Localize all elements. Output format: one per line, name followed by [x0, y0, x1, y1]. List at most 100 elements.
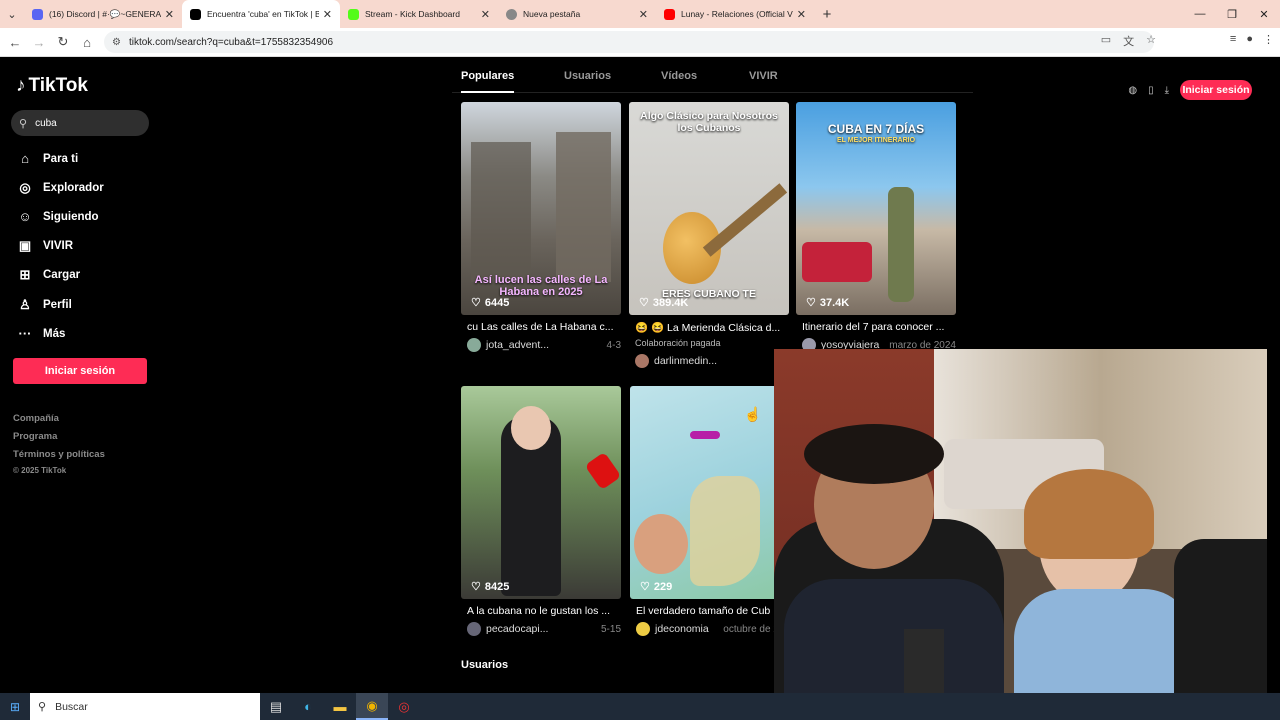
minimize-icon[interactable]: — [1184, 0, 1216, 28]
site-info-icon[interactable]: ⚙ [112, 37, 121, 48]
back-icon[interactable]: ← [3, 35, 27, 50]
like-count: ♡ 6445 [471, 296, 510, 310]
home-icon[interactable]: ⌂ [75, 35, 99, 50]
close-tab-icon[interactable]: ✕ [481, 8, 490, 21]
phone-icon[interactable]: ▯ [1148, 85, 1154, 96]
video-card[interactable]: Así lucen las calles de La Habana en 202… [461, 102, 621, 357]
chrome-icon[interactable]: ◉ [356, 693, 388, 720]
video-card[interactable]: CUBA EN 7 DÍAS EL MEJOR ITINERARIO ♡ 37.4… [796, 102, 956, 357]
nav-siguiendo[interactable]: ☺ Siguiendo [16, 209, 98, 224]
profile-avatar-icon[interactable]: ● [1246, 33, 1253, 46]
heart-icon: ♡ [471, 297, 481, 309]
video-overlay-text-2: EL MEJOR ITINERARIO [836, 137, 916, 144]
close-tab-icon[interactable]: ✕ [165, 8, 174, 21]
live-icon: ▣ [18, 238, 32, 253]
search-input[interactable]: ⚲ cuba [11, 110, 149, 136]
video-description[interactable]: Itinerario del 7 para conocer ... [802, 321, 952, 333]
bookmark-star-icon[interactable]: ☆ [1146, 33, 1156, 49]
video-description[interactable]: 😆 😆 La Merienda Clásica d... [635, 321, 785, 334]
tab-populares[interactable]: Populares [461, 70, 515, 93]
video-overlay-text: CUBA EN 7 DÍAS [827, 122, 925, 136]
nav-cargar[interactable]: ⊞ Cargar [16, 267, 81, 283]
paid-partnership-label: Colaboración pagada [635, 338, 721, 348]
video-author[interactable]: darlinmedin...6 [635, 354, 789, 368]
video-author[interactable]: jdeconomia octubre de 202 [636, 622, 790, 636]
nav-explorador[interactable]: ◎ Explorador [16, 180, 103, 196]
nav-vivir[interactable]: ▣ VIVIR [16, 238, 73, 254]
video-card[interactable]: ♡ 8425 A la cubana no le gustan los ... p… [461, 386, 621, 641]
home-icon: ⌂ [21, 151, 29, 166]
browser-tab[interactable]: Lunay - Relaciones (Official Vid ✕ [656, 0, 814, 28]
close-tab-icon[interactable]: ✕ [797, 8, 806, 21]
nav-mas[interactable]: ··· Más [16, 326, 66, 341]
close-tab-icon[interactable]: ✕ [639, 8, 648, 21]
tiktok-icon [190, 8, 201, 20]
like-count: ♡ 389.4K [639, 296, 689, 310]
file-explorer-icon[interactable]: ▬ [324, 693, 356, 720]
obs-icon[interactable]: ◎ [388, 693, 420, 720]
translate-icon[interactable]: 文 [1123, 33, 1134, 49]
tiktok-note-icon: ♪ [16, 75, 26, 96]
video-author[interactable]: jota_advent... 4-3 [467, 338, 621, 352]
video-thumbnail[interactable]: CUBA EN 7 DÍAS EL MEJOR ITINERARIO ♡ 37.4… [796, 102, 956, 315]
mouse-cursor-icon: ☝ [744, 406, 762, 422]
video-description[interactable]: A la cubana no le gustan los ... [467, 605, 617, 617]
browser-tab-active[interactable]: Encuentra 'cuba' en TikTok | Bu ✕ [182, 0, 340, 28]
coin-icon[interactable]: ◍ [1128, 85, 1137, 96]
video-thumbnail[interactable]: ♡ 8425 [461, 386, 621, 599]
tab-search-icon[interactable]: ⌄ [0, 0, 24, 28]
close-tab-icon[interactable]: ✕ [323, 8, 332, 21]
tab-usuarios[interactable]: Usuarios [564, 70, 611, 82]
cuba-highlight [690, 431, 720, 439]
person-left-hair [804, 424, 944, 484]
windows-start-icon[interactable]: ⊞ [0, 700, 30, 714]
url-field[interactable]: ⚙ tiktok.com/search?q=cuba&t=17558323549… [104, 31, 1154, 53]
close-window-icon[interactable]: ✕ [1248, 0, 1280, 28]
video-card[interactable]: ♡ 229 El verdadero tamaño de Cub jdeconom… [630, 386, 790, 641]
address-bar: ← → ↻ ⌂ ⚙ tiktok.com/search?q=cuba&t=175… [0, 28, 1280, 57]
nav-para-ti[interactable]: ⌂ Para ti [16, 151, 78, 166]
nav-perfil[interactable]: ♙ Perfil [16, 297, 72, 313]
browser-tab[interactable]: (16) Discord | #·💬~GENERAL ✕ [24, 0, 182, 28]
heart-icon: ♡ [640, 581, 650, 593]
video-thumbnail[interactable]: Algo Clásico para Nosotros los Cubanos E… [629, 102, 789, 315]
menu-dots-icon[interactable]: ⋮ [1263, 33, 1274, 46]
filter-tabs: Populares Usuarios Vídeos VIVIR [452, 60, 973, 93]
footer-link[interactable]: Compañía [13, 413, 59, 424]
window-controls: — ❐ ✕ [1184, 0, 1280, 28]
edge-icon[interactable]: ◐ [292, 693, 324, 720]
install-icon[interactable]: ▭ [1101, 33, 1111, 49]
video-author[interactable]: pecadocapi... 5-15 [467, 622, 621, 636]
tab-videos[interactable]: Vídeos [661, 70, 697, 82]
login-button-sidebar[interactable]: Iniciar sesión [13, 358, 147, 384]
like-count: ♡ 8425 [471, 580, 510, 594]
browser-tab[interactable]: Stream - Kick Dashboard ✕ [340, 0, 498, 28]
video-description[interactable]: El verdadero tamaño de Cub [636, 605, 786, 617]
like-count: ♡ 37.4K [806, 296, 850, 310]
media-icon[interactable]: ≡ [1230, 33, 1236, 46]
top-right-actions: ◍ ▯ ⤓ Iniciar sesión [1128, 80, 1252, 100]
like-count: ♡ 229 [640, 580, 673, 594]
task-view-icon[interactable]: ▤ [260, 693, 292, 720]
avatar [635, 354, 649, 368]
login-button-top[interactable]: Iniciar sesión [1180, 80, 1252, 100]
video-thumbnail[interactable]: Así lucen las calles de La Habana en 202… [461, 102, 621, 315]
video-thumbnail[interactable]: ♡ 229 [630, 386, 790, 599]
tab-vivir[interactable]: VIVIR [749, 70, 778, 82]
new-tab-button[interactable]: + [814, 0, 840, 28]
download-icon[interactable]: ⤓ [1165, 85, 1169, 96]
footer-link[interactable]: Términos y políticas [13, 449, 105, 460]
reload-icon[interactable]: ↻ [51, 34, 75, 50]
restore-icon[interactable]: ❐ [1216, 0, 1248, 28]
video-description[interactable]: cu Las calles de La Habana c... [467, 321, 617, 333]
avatar [636, 622, 650, 636]
footer-link[interactable]: Programa [13, 431, 57, 442]
taskbar-search[interactable]: ⚲ Buscar [30, 693, 260, 720]
heart-icon: ♡ [639, 297, 649, 309]
video-card[interactable]: Algo Clásico para Nosotros los Cubanos E… [629, 102, 789, 372]
forward-icon[interactable]: → [27, 35, 51, 50]
tiktok-logo[interactable]: ♪ TikTok [16, 75, 88, 97]
video-overlay-text: Algo Clásico para Nosotros los Cubanos [640, 110, 778, 134]
browser-tab[interactable]: Nueva pestaña ✕ [498, 0, 656, 28]
user-icon: ☺ [18, 209, 32, 224]
